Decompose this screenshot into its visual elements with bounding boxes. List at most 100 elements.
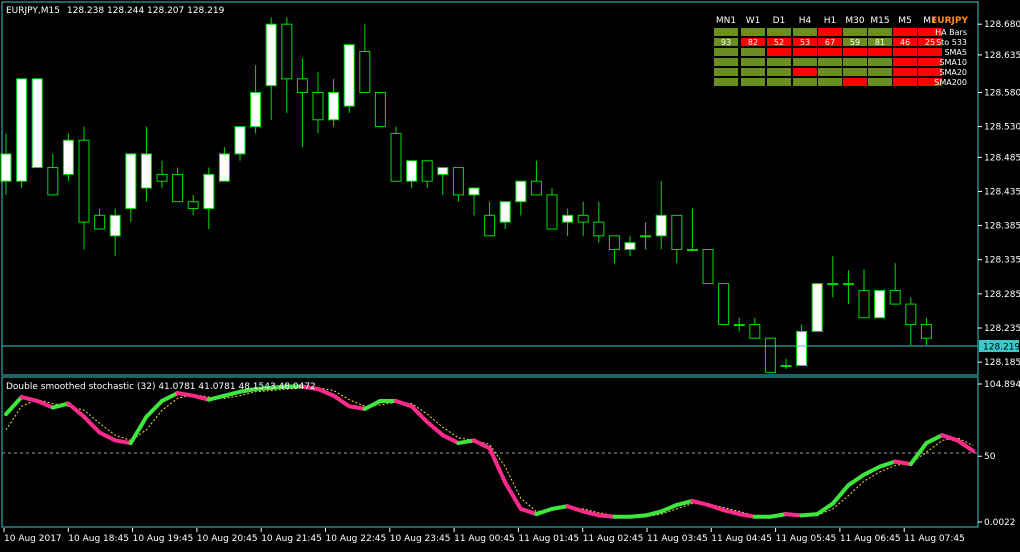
candle xyxy=(47,153,59,196)
candle-body xyxy=(406,160,418,182)
candle xyxy=(655,181,667,250)
candle xyxy=(811,283,823,332)
mtf-timeframe-label: M30 xyxy=(845,16,864,26)
candle xyxy=(671,214,683,264)
mtf-cell xyxy=(714,68,738,76)
mtf-cell xyxy=(868,48,892,56)
mtf-cell xyxy=(818,48,842,56)
mtf-symbol-label: EURJPY xyxy=(931,16,968,26)
y-tick-label: 128.185 xyxy=(984,358,1020,368)
mtf-cell xyxy=(741,58,765,66)
mtf-cell xyxy=(868,58,892,66)
candle-body xyxy=(764,337,776,373)
candle-body xyxy=(889,289,901,305)
x-tick-label: 10 Aug 2017 xyxy=(4,534,62,544)
candle xyxy=(265,17,277,120)
candle xyxy=(296,58,308,148)
candle-body xyxy=(827,283,839,286)
y-tick-label: 128.635 xyxy=(984,51,1020,61)
mtf-cell xyxy=(818,58,842,66)
mtf-cell xyxy=(818,68,842,76)
candle-body xyxy=(562,214,574,223)
mtf-cell xyxy=(793,28,817,36)
candle xyxy=(218,147,230,182)
candle xyxy=(764,337,776,373)
candle-body xyxy=(296,78,308,93)
stochastic-segment xyxy=(4,395,24,417)
stochastic-segment xyxy=(19,395,40,403)
candle-body xyxy=(156,173,168,182)
stochastic-segment xyxy=(331,393,352,409)
mtf-cell xyxy=(868,78,892,86)
candle xyxy=(749,317,761,339)
candle xyxy=(920,317,932,346)
mtf-cell xyxy=(893,48,917,56)
mtf-cell xyxy=(741,78,765,86)
candle xyxy=(94,208,106,230)
candle-body xyxy=(577,214,589,223)
candle-body xyxy=(0,153,12,182)
mtf-timeframe-label: W1 xyxy=(746,16,761,26)
candle xyxy=(842,269,854,305)
stochastic-segment xyxy=(175,391,196,398)
candle xyxy=(421,160,433,189)
candle-body xyxy=(47,167,59,196)
candle-body xyxy=(234,126,246,155)
chart-window[interactable]: 128.680 128.635 128.580 128.530 128.485 128.4… xyxy=(0,0,1020,549)
y-tick-label: 128.680 xyxy=(984,20,1020,30)
x-tick-label: 11 Aug 00:45 xyxy=(454,534,515,544)
candle-body xyxy=(484,214,496,237)
stochastic-segment xyxy=(596,513,617,519)
candle-body xyxy=(250,91,262,128)
candle xyxy=(718,283,730,326)
candle xyxy=(359,24,371,93)
candle xyxy=(78,126,90,250)
candle-body xyxy=(702,248,714,285)
candle-body xyxy=(452,167,464,196)
mtf-cell xyxy=(741,28,765,36)
candle-body xyxy=(905,303,917,326)
mtf-timeframe-label: M15 xyxy=(870,16,889,26)
candle-body xyxy=(515,180,527,203)
x-tick-label: 10 Aug 18:45 xyxy=(68,534,129,544)
candle xyxy=(624,235,636,257)
candle-body xyxy=(187,201,199,210)
mtf-cell xyxy=(741,48,765,56)
mtf-cell xyxy=(893,78,917,86)
mtf-cell xyxy=(793,48,817,56)
candle xyxy=(686,208,698,251)
candle-body xyxy=(328,91,340,121)
x-tick-label: 10 Aug 23:45 xyxy=(390,534,451,544)
stochastic-segment xyxy=(815,501,835,517)
stochastic-segment xyxy=(144,398,164,419)
candle-body xyxy=(749,324,761,339)
mtf-row-label: SMA20 xyxy=(939,68,967,77)
stochastic-segment xyxy=(409,404,430,425)
stochastic-segment xyxy=(706,502,726,513)
chart-canvas[interactable]: 128.680 128.635 128.580 128.530 128.485 128.4… xyxy=(0,0,1020,549)
mtf-cell xyxy=(918,48,942,56)
candle xyxy=(608,235,620,264)
candle xyxy=(156,160,168,189)
candle-body xyxy=(671,214,683,250)
x-tick-label: 11 Aug 03:45 xyxy=(647,534,708,544)
mtf-cell xyxy=(843,28,867,36)
stochastic-segment xyxy=(893,459,913,467)
candle-body xyxy=(359,51,371,93)
mtf-cell xyxy=(793,78,817,86)
mtf-panel: MN1 W1 D1 H4 H1 M30 M15 M5 M1EURJPYHA Bars93 82 52… xyxy=(714,16,968,87)
stochastic-segment xyxy=(877,459,898,469)
candle xyxy=(577,201,589,236)
mtf-timeframe-label: H1 xyxy=(824,16,837,26)
mtf-cell xyxy=(714,78,738,86)
stochastic-segment xyxy=(628,513,648,519)
mtf-cell-value: 93 xyxy=(721,38,731,47)
y-tick-label: 128.385 xyxy=(984,222,1020,232)
mtf-cell-value: 82 xyxy=(748,38,758,47)
y-tick-label: 128.530 xyxy=(984,123,1020,133)
candle xyxy=(140,126,152,202)
candle-body xyxy=(281,23,293,80)
x-tick-label: 11 Aug 01:45 xyxy=(518,534,579,544)
y-tick-label: 128.485 xyxy=(984,153,1020,163)
candle xyxy=(827,256,839,298)
